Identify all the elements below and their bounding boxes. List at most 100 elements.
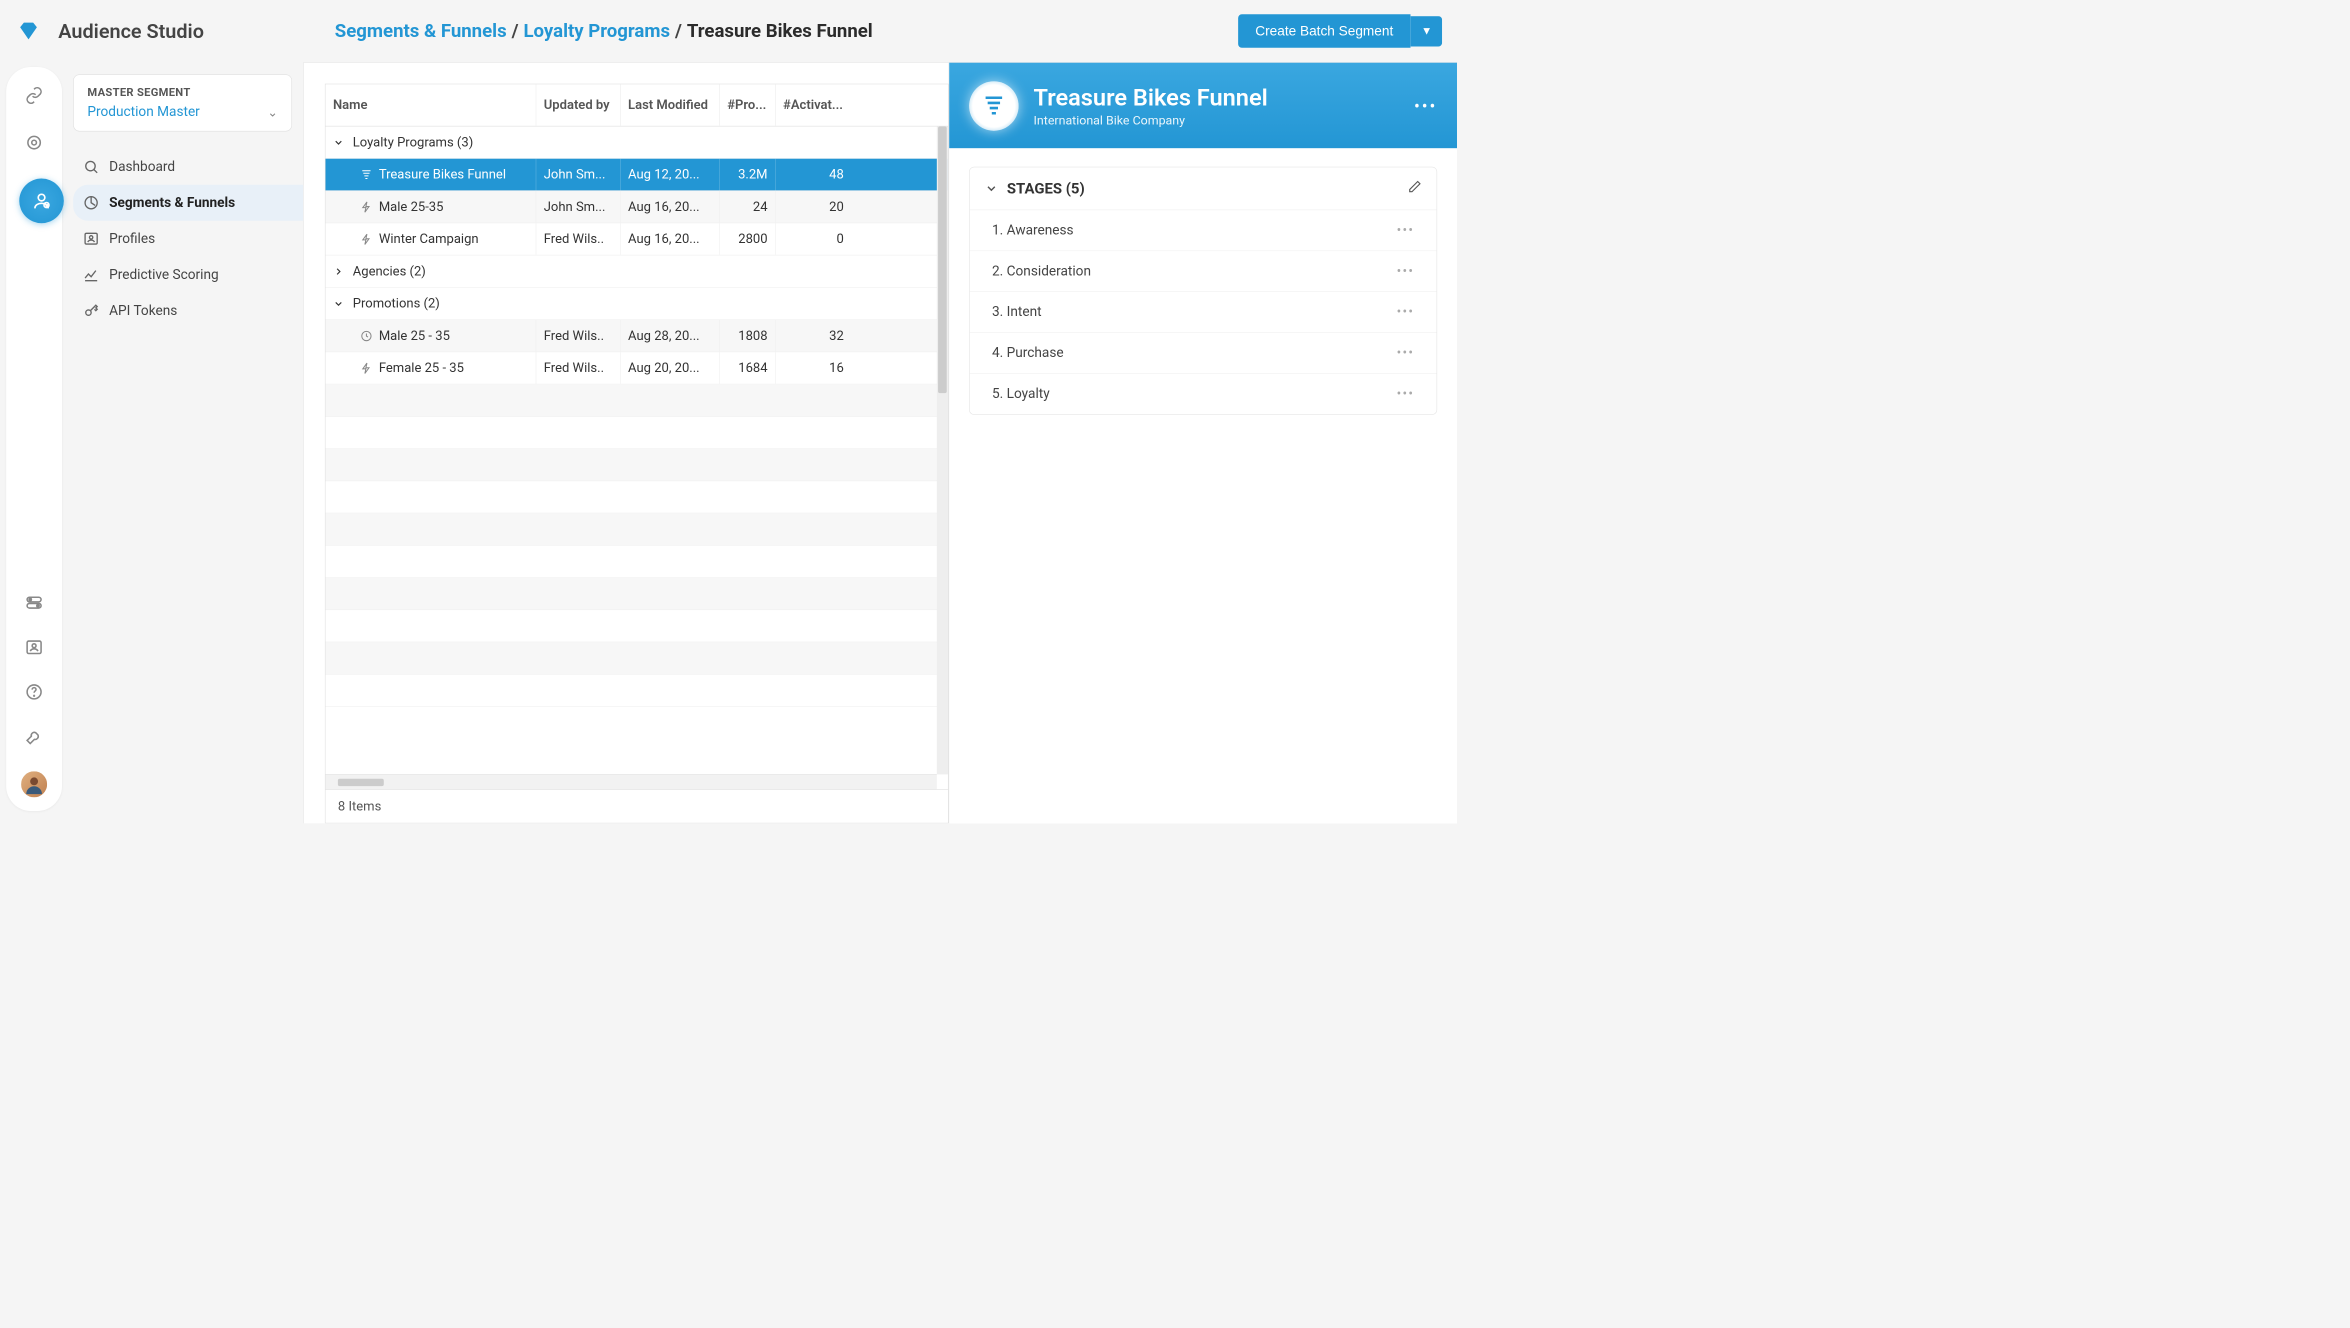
- stage-more-icon[interactable]: •••: [1397, 264, 1415, 280]
- stages-title: STAGES (5): [1007, 180, 1085, 197]
- breadcrumb-sep: /: [675, 20, 682, 42]
- row-updated-by: Fred Wils..: [536, 320, 620, 352]
- stage-item[interactable]: 4. Purchase •••: [970, 332, 1437, 373]
- stage-label: 1. Awareness: [992, 223, 1074, 239]
- stages-card: STAGES (5) 1. Awareness•••2. Considerati…: [969, 167, 1437, 415]
- stage-more-icon[interactable]: •••: [1397, 345, 1415, 361]
- stage-more-icon[interactable]: •••: [1397, 304, 1415, 320]
- detail-header: Treasure Bikes Funnel International Bike…: [949, 63, 1457, 149]
- link-icon[interactable]: [23, 84, 45, 106]
- row-updated-by: Fred Wils..: [536, 223, 620, 255]
- table-row[interactable]: Female 25 - 35Fred Wils..Aug 20, 20...16…: [326, 352, 948, 384]
- group-title: Agencies (2): [353, 264, 426, 279]
- gear-target-icon[interactable]: [23, 131, 45, 153]
- stages-header[interactable]: STAGES (5): [970, 167, 1437, 209]
- empty-row: [326, 481, 948, 513]
- empty-row: [326, 384, 948, 416]
- detail-body: STAGES (5) 1. Awareness•••2. Considerati…: [949, 148, 1457, 823]
- row-updated-by: John Sm...: [536, 191, 620, 223]
- detail-title: Treasure Bikes Funnel: [1034, 84, 1400, 111]
- row-updated-by: John Sm...: [536, 159, 620, 191]
- breadcrumb-root[interactable]: Segments & Funnels: [335, 20, 507, 42]
- stage-item[interactable]: 2. Consideration•••: [970, 250, 1437, 291]
- row-last-modified: Aug 16, 20...: [621, 191, 720, 223]
- stage-more-icon[interactable]: •••: [1397, 223, 1415, 239]
- user-avatar[interactable]: [20, 770, 49, 799]
- table-zone: Name Updated by Last Modified #Pro... #A…: [304, 63, 949, 824]
- segments-table: Name Updated by Last Modified #Pro... #A…: [325, 84, 949, 824]
- empty-row: [326, 449, 948, 481]
- row-last-modified: Aug 12, 20...: [621, 159, 720, 191]
- stage-item[interactable]: 3. Intent •••: [970, 291, 1437, 332]
- sidebar-item-profiles[interactable]: Profiles: [73, 221, 292, 257]
- create-batch-segment-button[interactable]: Create Batch Segment: [1238, 14, 1411, 47]
- chevron-icon: [333, 298, 345, 309]
- stage-item[interactable]: 1. Awareness •••: [970, 210, 1437, 251]
- funnel-icon: [969, 81, 1019, 131]
- breadcrumb-mid[interactable]: Loyalty Programs: [523, 20, 670, 42]
- row-name: Male 25 - 35: [379, 328, 450, 343]
- row-name: Winter Campaign: [379, 232, 479, 247]
- row-last-modified: Aug 20, 20...: [621, 352, 720, 384]
- sidebar-item-api-tokens[interactable]: API Tokens: [73, 293, 292, 329]
- detail-panel: Treasure Bikes Funnel International Bike…: [949, 63, 1457, 824]
- table-row[interactable]: Male 25-35John Sm...Aug 16, 20...2420: [326, 191, 948, 223]
- stage-more-icon[interactable]: •••: [1397, 386, 1415, 402]
- top-header: Audience Studio Segments & Funnels / Loy…: [0, 0, 1457, 62]
- stage-item[interactable]: 5. Loyalty•••: [970, 373, 1437, 414]
- table-group-row[interactable]: Agencies (2): [326, 255, 948, 287]
- empty-row: [326, 417, 948, 449]
- toggle-icon[interactable]: [23, 591, 45, 613]
- table-row[interactable]: Treasure Bikes FunnelJohn Sm...Aug 12, 2…: [326, 159, 948, 191]
- table-row[interactable]: Winter CampaignFred Wils..Aug 16, 20...2…: [326, 223, 948, 255]
- table-body: Loyalty Programs (3)Treasure Bikes Funne…: [326, 126, 948, 706]
- detail-more-icon[interactable]: •••: [1414, 96, 1437, 116]
- group-title: Promotions (2): [353, 296, 440, 311]
- row-profiles: 1684: [720, 352, 776, 384]
- table-footer: 8 Items: [326, 789, 948, 822]
- col-profiles[interactable]: #Pro...: [720, 84, 776, 126]
- col-activations[interactable]: #Activat...: [776, 84, 852, 126]
- icon-rail: [6, 67, 62, 811]
- create-batch-segment-dropdown[interactable]: ▼: [1411, 16, 1443, 46]
- horizontal-scrollbar[interactable]: [326, 774, 937, 789]
- col-name[interactable]: Name: [326, 84, 537, 126]
- sidebar-item-dashboard[interactable]: Dashboard: [73, 149, 292, 185]
- help-icon[interactable]: [23, 681, 45, 703]
- master-segment-selector[interactable]: MASTER SEGMENT Production Master ⌄: [73, 74, 292, 131]
- sidebar-item-label: Predictive Scoring: [109, 267, 219, 283]
- table-header: Name Updated by Last Modified #Pro... #A…: [326, 84, 948, 126]
- diamond-logo-icon: [17, 20, 39, 42]
- row-activations: 0: [776, 223, 852, 255]
- sidebar-item-segments-funnels[interactable]: Segments & Funnels: [73, 185, 303, 221]
- master-segment-value: Production Master: [87, 104, 199, 120]
- bolt-icon: [360, 362, 372, 374]
- sidebar-item-label: Dashboard: [109, 159, 175, 175]
- row-activations: 48: [776, 159, 852, 191]
- edit-icon[interactable]: [1408, 180, 1422, 197]
- wrench-icon[interactable]: [23, 725, 45, 747]
- empty-row: [326, 642, 948, 674]
- table-group-row[interactable]: Loyalty Programs (3): [326, 126, 948, 158]
- col-updated-by[interactable]: Updated by: [536, 84, 620, 126]
- sidebar-item-predictive-scoring[interactable]: Predictive Scoring: [73, 257, 292, 293]
- audience-icon-active[interactable]: [23, 179, 45, 224]
- stage-label: 4. Purchase: [992, 345, 1064, 361]
- stage-label: 3. Intent: [992, 304, 1042, 320]
- header-actions: Create Batch Segment ▼: [1238, 14, 1457, 47]
- col-last-modified[interactable]: Last Modified: [621, 84, 720, 126]
- table-group-row[interactable]: Promotions (2): [326, 288, 948, 320]
- app-title: Audience Studio: [58, 19, 204, 43]
- logo-area: Audience Studio: [0, 19, 298, 43]
- sidebar-nav: Dashboard Segments & Funnels Profiles Pr…: [73, 149, 292, 329]
- table-row[interactable]: Male 25 - 35Fred Wils..Aug 28, 20...1808…: [326, 320, 948, 352]
- vertical-scrollbar[interactable]: [937, 126, 948, 774]
- profile-card-icon[interactable]: [23, 636, 45, 658]
- breadcrumb-current: Treasure Bikes Funnel: [687, 20, 873, 42]
- bolt-icon: [360, 201, 372, 213]
- row-profiles: 1808: [720, 320, 776, 352]
- sidebar-item-label: Profiles: [109, 231, 155, 247]
- funnel-icon: [360, 168, 372, 180]
- row-profiles: 24: [720, 191, 776, 223]
- row-name: Female 25 - 35: [379, 361, 464, 376]
